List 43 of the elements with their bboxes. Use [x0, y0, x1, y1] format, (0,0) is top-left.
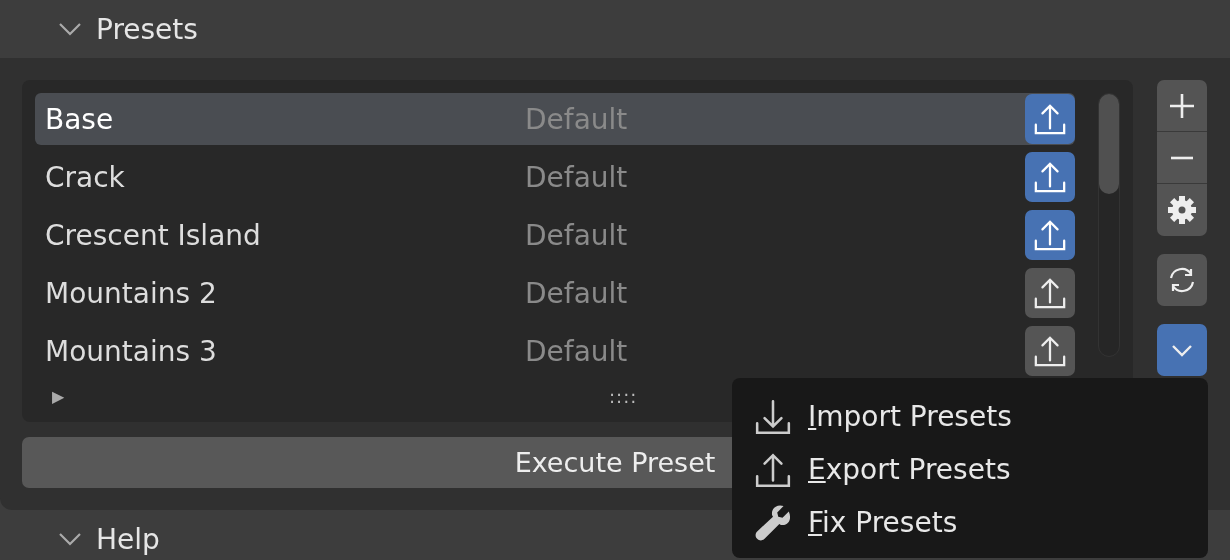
menu-item[interactable]: Fix Presets [732, 496, 1208, 549]
list-row[interactable]: Mountains 3 Default [35, 325, 1075, 377]
preset-name: Mountains 3 [44, 334, 218, 368]
add-button[interactable] [1157, 80, 1207, 132]
preset-tag: Default [525, 276, 1025, 310]
wrench-icon [754, 503, 792, 542]
export-button[interactable] [1025, 94, 1075, 144]
list-row[interactable]: Base Default [35, 93, 1075, 145]
panel-title[interactable]: Help [96, 522, 160, 556]
preset-tag: Default [525, 334, 1025, 368]
dropdown-button[interactable] [1157, 324, 1207, 376]
export-button[interactable] [1025, 210, 1075, 260]
export-button[interactable] [1025, 268, 1075, 318]
panel-header[interactable]: Presets [0, 0, 1230, 58]
settings-button[interactable] [1157, 184, 1207, 236]
export-icon [1033, 102, 1067, 136]
settings-icon [1167, 195, 1197, 225]
preset-name: Mountains 2 [44, 276, 218, 310]
resize-grip[interactable]: :::: [609, 385, 638, 407]
export-icon [1033, 276, 1067, 310]
list-row[interactable]: Crescent Island Default [35, 209, 1075, 261]
list-row[interactable]: Mountains 2 Default [35, 267, 1075, 319]
export-icon [1033, 218, 1067, 252]
import-icon [754, 397, 792, 436]
list-row[interactable]: Crack Default [35, 151, 1075, 203]
export-icon [1033, 160, 1067, 194]
refresh-button[interactable] [1157, 254, 1207, 306]
preset-name: Crescent Island [44, 218, 262, 252]
preset-name: Crack [44, 160, 126, 194]
panel-title: Presets [96, 12, 198, 46]
export-button[interactable] [1025, 152, 1075, 202]
export-icon [1033, 334, 1067, 368]
chevron-icon[interactable] [58, 531, 82, 547]
preset-tag: Default [525, 218, 1025, 252]
refresh-icon [1167, 265, 1197, 295]
filter-toggle[interactable]: ▶ [35, 386, 65, 406]
preset-name: Base [44, 102, 115, 136]
scrollbar-thumb[interactable] [1099, 94, 1119, 194]
preset-tag: Default [525, 160, 1025, 194]
scrollbar[interactable] [1098, 93, 1120, 357]
preset-tag: Default [525, 102, 1025, 136]
export-button[interactable] [1025, 326, 1075, 376]
chevron-icon[interactable] [58, 21, 82, 37]
